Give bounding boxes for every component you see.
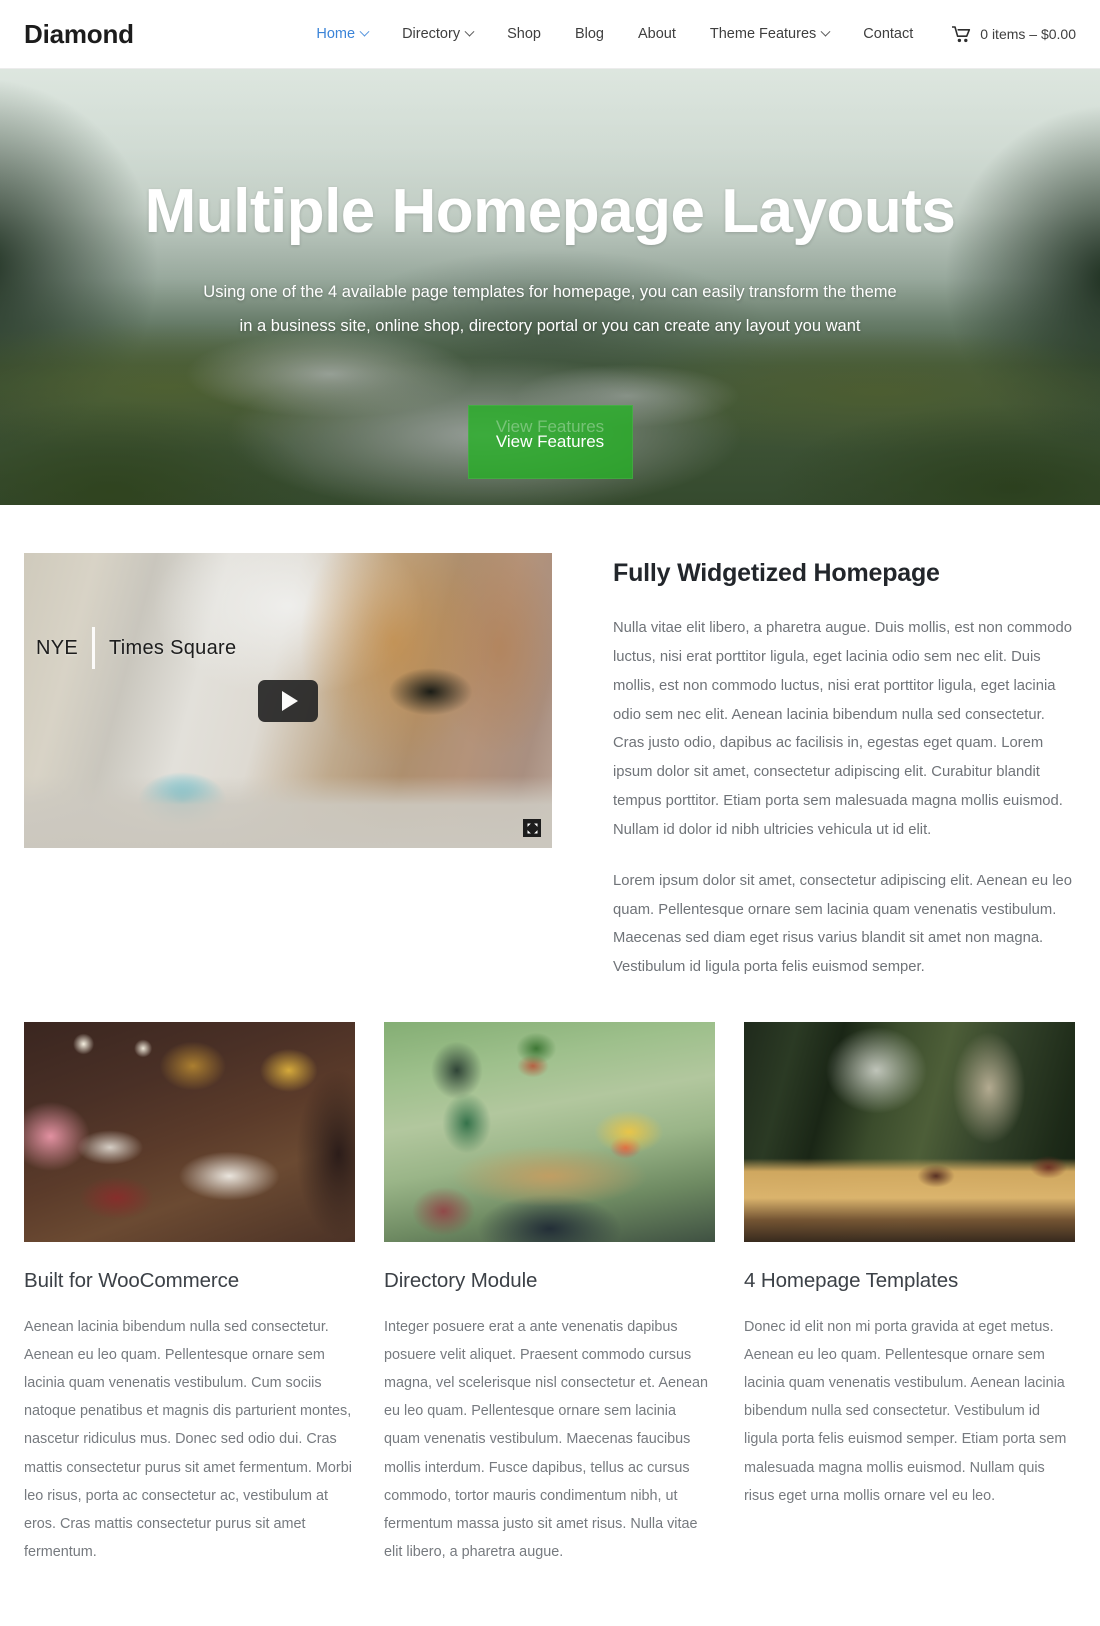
feature-card: 4 Homepage Templates Donec id elit non m… (744, 1022, 1075, 1566)
feature-cards-row: Built for WooCommerce Aenean lacinia bib… (24, 1022, 1076, 1626)
video-subtitle: Times Square (109, 636, 237, 659)
main-navigation: Home Directory Shop Blog About Theme Fea… (299, 25, 1076, 43)
shopping-cart-icon (952, 25, 971, 42)
feature-card-image[interactable] (24, 1022, 355, 1243)
site-header: Diamond Home Directory Shop Blog About T… (0, 0, 1100, 69)
nav-item-directory[interactable]: Directory (385, 26, 490, 42)
expand-icon[interactable] (523, 819, 541, 837)
view-features-button[interactable]: View Features View Features (467, 405, 633, 479)
chevron-down-icon (820, 26, 831, 37)
hero-button-wrap: View Features View Features (0, 405, 1100, 479)
nav-item-contact[interactable]: Contact (846, 26, 930, 42)
cart-link[interactable]: 0 items – $0.00 (930, 25, 1076, 43)
expand-arrows-icon (527, 823, 537, 833)
nav-item-about[interactable]: About (621, 26, 693, 42)
view-features-button-label: View Features (495, 432, 605, 451)
nav-item-shop[interactable]: Shop (490, 26, 558, 42)
section-heading: Fully Widgetized Homepage (613, 559, 940, 587)
feature-card: Built for WooCommerce Aenean lacinia bib… (24, 1022, 355, 1566)
video-title-overlay: NYE Times Square (36, 627, 236, 669)
video-thumbnail-foreground (24, 776, 552, 848)
feature-card-body: Donec id elit non mi porta gravida at eg… (744, 1319, 1067, 1504)
feature-card-title: Directory Module (384, 1269, 538, 1293)
nav-label: Home (316, 26, 356, 42)
section-paragraph: Lorem ipsum dolor sit amet, consectetur … (613, 872, 1072, 976)
nav-item-home[interactable]: Home (299, 26, 385, 42)
nav-label: Theme Features (709, 26, 817, 42)
feature-card-title: Built for WooCommerce (24, 1269, 240, 1293)
nav-item-theme-features[interactable]: Theme Features (693, 26, 846, 42)
feature-card-image[interactable] (384, 1022, 715, 1243)
widgetized-homepage-section: NYE Times Square Fully Widgetized Homepa… (24, 505, 1076, 1022)
nav-item-blog[interactable]: Blog (558, 26, 621, 42)
chevron-down-icon (464, 26, 475, 37)
feature-card-body: Aenean lacinia bibendum nulla sed consec… (24, 1319, 352, 1560)
main-content: NYE Times Square Fully Widgetized Homepa… (0, 505, 1100, 1626)
feature-card-image[interactable] (744, 1022, 1075, 1243)
hero-title: Multiple Homepage Layouts (144, 177, 956, 246)
section-paragraph: Nulla vitae elit libero, a pharetra augu… (613, 620, 1072, 838)
nav-label: Directory (402, 26, 461, 42)
nav-label: Contact (863, 26, 914, 42)
video-title: NYE (36, 636, 79, 659)
widget-text-column: Fully Widgetized Homepage Nulla vitae el… (552, 553, 1076, 982)
play-icon[interactable] (258, 679, 318, 722)
hero-slider: Multiple Homepage Layouts Using one of t… (0, 69, 1100, 505)
play-triangle-icon (282, 690, 298, 711)
chevron-down-icon (359, 26, 370, 37)
feature-card-title: 4 Homepage Templates (744, 1269, 959, 1293)
feature-card: Directory Module Integer posuere erat a … (384, 1022, 715, 1566)
feature-card-body: Integer posuere erat a ante venenatis da… (384, 1319, 708, 1560)
site-logo[interactable]: Diamond (24, 19, 134, 50)
hero-subtitle: Using one of the 4 available page templa… (203, 282, 897, 335)
nav-label: Shop (507, 26, 541, 42)
nav-label: About (637, 26, 676, 42)
cart-label: 0 items – $0.00 (980, 26, 1076, 42)
video-column: NYE Times Square (24, 553, 552, 982)
nav-label: Blog (574, 26, 604, 42)
video-title-divider (92, 627, 96, 669)
video-player[interactable]: NYE Times Square (24, 553, 552, 848)
